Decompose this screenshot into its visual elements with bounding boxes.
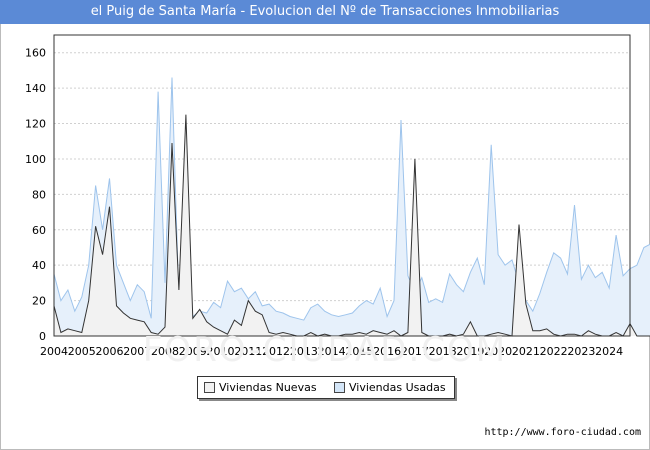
legend-swatch-usadas [334, 382, 345, 393]
watermark: FORO-CIUDAD.COM [142, 330, 508, 370]
legend: Viviendas Nuevas Viviendas Usadas [197, 376, 455, 399]
legend-swatch-nuevas [204, 382, 215, 393]
title-bar: el Puig de Santa María - Evolucion del N… [0, 0, 650, 24]
legend-label-usadas: Viviendas Usadas [349, 381, 446, 394]
y-tick-label: 140 [25, 82, 46, 95]
legend-label-nuevas: Viviendas Nuevas [219, 381, 317, 394]
chart-title: el Puig de Santa María - Evolucion del N… [90, 4, 560, 19]
y-tick-label: 40 [32, 259, 46, 272]
y-tick-label: 60 [32, 224, 46, 237]
y-tick-label: 160 [25, 47, 46, 60]
y-tick-label: 20 [32, 295, 46, 308]
y-tick-label: 80 [32, 188, 46, 201]
y-tick-label: 100 [25, 153, 46, 166]
y-tick-label: 120 [25, 118, 46, 131]
source-link[interactable]: http://www.foro-ciudad.com [484, 427, 641, 438]
